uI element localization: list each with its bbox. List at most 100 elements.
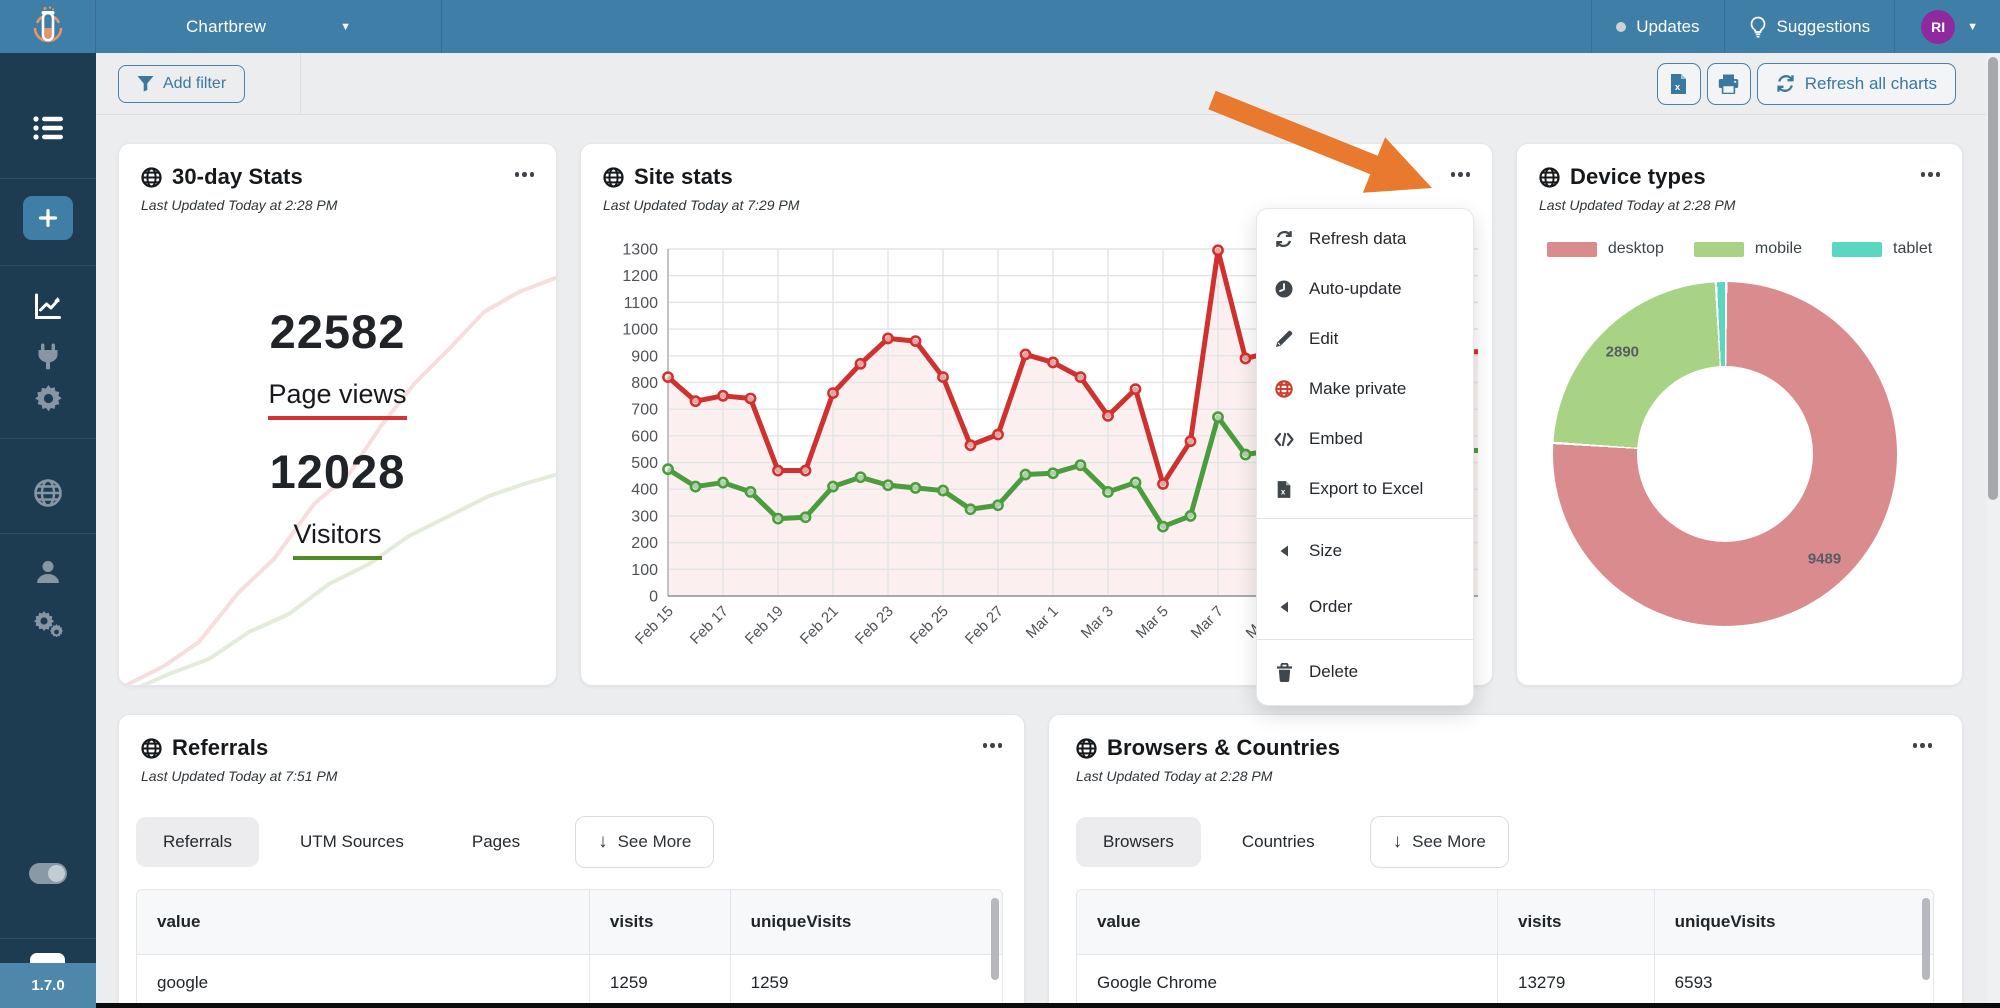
menu-item-size[interactable]: Size	[1257, 523, 1473, 579]
avatar[interactable]: RI	[1921, 9, 1956, 44]
column-header[interactable]: uniqueVisits	[731, 890, 1002, 954]
sidebar-item-settings[interactable]	[0, 385, 96, 412]
card-browsers-countries: Browsers & Countries Last Updated Today …	[1048, 714, 1963, 1008]
page-scrollbar-thumb[interactable]	[1988, 57, 1998, 500]
see-more-button[interactable]: ↓ See More	[1369, 816, 1509, 868]
svg-text:1300: 1300	[622, 242, 658, 259]
metric-label: Page views	[268, 379, 407, 420]
suggestions-button[interactable]: Suggestions	[1723, 0, 1895, 53]
tab-browsers[interactable]: Browsers	[1076, 817, 1201, 867]
plug-icon	[38, 343, 58, 370]
table-cell: 1259	[590, 955, 731, 1008]
table-cell: 6593	[1674, 973, 1713, 992]
user-menu[interactable]: RI ▼	[1894, 0, 2000, 53]
sidebar-item-team-settings[interactable]	[0, 609, 96, 637]
metric-value: 22582	[269, 305, 406, 358]
see-more-label: See More	[617, 832, 692, 851]
metric-value: 12028	[269, 445, 406, 498]
refresh-all-label: Refresh all charts	[1804, 73, 1937, 93]
caret-left-icon	[1274, 601, 1294, 613]
updates-label: Updates	[1636, 16, 1700, 36]
filter-icon	[137, 76, 154, 92]
tab-countries[interactable]: Countries	[1215, 817, 1342, 867]
chart-context-menu: Refresh data Auto-update Edit Make priva…	[1256, 208, 1474, 706]
print-button[interactable]	[1706, 62, 1751, 105]
legend-item-tablet[interactable]: tablet	[1832, 240, 1932, 258]
browsers-table: value visits uniqueVisits Google Chrome 132…	[1076, 889, 1934, 1008]
globe-icon	[141, 737, 162, 759]
referrals-table: value visits uniqueVisits google 1259 1259	[136, 889, 1003, 1008]
menu-item-export-excel[interactable]: x Export to Excel	[1257, 464, 1473, 514]
svg-text:Feb 19: Feb 19	[742, 603, 787, 648]
project-selector[interactable]: Chartbrew ▼	[96, 0, 442, 53]
menu-item-order[interactable]: Order	[1257, 579, 1473, 635]
app-logo[interactable]	[0, 0, 96, 53]
menu-item-embed[interactable]: Embed	[1257, 414, 1473, 464]
column-header[interactable]: visits	[1498, 890, 1655, 954]
tab-utm-sources[interactable]: UTM Sources	[273, 817, 431, 867]
legend-item-mobile[interactable]: mobile	[1693, 240, 1802, 258]
menu-item-refresh-data[interactable]: Refresh data	[1257, 214, 1473, 264]
dashboard-list-button[interactable]	[0, 115, 96, 141]
updates-button[interactable]: Updates	[1591, 0, 1723, 53]
printer-icon	[1719, 74, 1739, 94]
sidebar-item-team-members[interactable]	[0, 559, 96, 585]
trash-icon	[1274, 662, 1294, 682]
svg-text:Feb 17: Feb 17	[687, 603, 732, 648]
code-icon	[1274, 432, 1294, 447]
card-referrals: Referrals Last Updated Today at 7:51 PM …	[118, 714, 1025, 1008]
legend-swatch	[1546, 241, 1597, 257]
arrow-down-icon: ↓	[598, 831, 608, 852]
globe-icon	[1076, 737, 1097, 759]
column-header[interactable]: value	[1077, 890, 1498, 954]
sidebar-item-public-dashboard[interactable]	[0, 479, 96, 507]
metric-label: Visitors	[293, 519, 382, 560]
card-title: Browsers & Countries	[1107, 735, 1341, 760]
menu-item-make-private[interactable]: Make private	[1257, 364, 1473, 414]
menu-divider	[1257, 518, 1473, 519]
table-scrollbar[interactable]	[1922, 898, 1930, 980]
menu-item-label: Order	[1309, 597, 1353, 616]
screen-bottom-edge	[96, 1003, 2000, 1008]
svg-text:0: 0	[649, 589, 658, 606]
menu-item-edit[interactable]: Edit	[1257, 314, 1473, 364]
user-icon	[37, 561, 59, 583]
card-title: 30-day Stats	[172, 164, 303, 189]
svg-text:800: 800	[631, 375, 658, 392]
column-header[interactable]: value	[137, 890, 590, 954]
refresh-icon	[1274, 230, 1294, 248]
menu-item-auto-update[interactable]: Auto-update	[1257, 264, 1473, 314]
svg-text:Mar 5: Mar 5	[1133, 603, 1172, 642]
table-cell: google	[137, 955, 590, 1008]
see-more-label: See More	[1412, 832, 1486, 851]
gears-icon	[33, 611, 63, 637]
lightbulb-icon	[1750, 16, 1765, 37]
column-header[interactable]: uniqueVisits	[1655, 890, 1933, 954]
toggle-knob-icon	[48, 865, 65, 882]
export-excel-button[interactable]: x	[1656, 62, 1701, 105]
tab-referrals[interactable]: Referrals	[136, 817, 259, 867]
sidebar-toggle[interactable]	[29, 863, 67, 884]
excel-file-icon: x	[1671, 73, 1687, 94]
see-more-button[interactable]: ↓ See More	[575, 816, 715, 868]
excel-icon: x	[1274, 480, 1294, 499]
svg-text:700: 700	[631, 402, 658, 419]
svg-text:900: 900	[631, 348, 658, 365]
add-filter-button[interactable]: Add filter	[118, 64, 246, 103]
menu-divider	[1257, 639, 1473, 640]
updates-dot-icon	[1616, 21, 1627, 32]
svg-text:1000: 1000	[622, 322, 658, 339]
menu-item-delete[interactable]: Delete	[1257, 644, 1473, 700]
refresh-all-charts-button[interactable]: Refresh all charts	[1756, 62, 1956, 105]
svg-text:1100: 1100	[624, 295, 659, 312]
card-title: Site stats	[634, 164, 733, 189]
table-scrollbar[interactable]	[991, 898, 999, 980]
column-header[interactable]: visits	[590, 890, 731, 954]
suggestions-label: Suggestions	[1776, 16, 1871, 36]
sidebar-item-charts[interactable]	[0, 293, 96, 320]
menu-item-label: Refresh data	[1309, 229, 1407, 248]
tab-pages[interactable]: Pages	[445, 817, 547, 867]
legend-item-desktop[interactable]: desktop	[1546, 240, 1664, 258]
add-chart-button[interactable]	[23, 196, 73, 240]
sidebar-item-connections[interactable]	[0, 343, 96, 370]
